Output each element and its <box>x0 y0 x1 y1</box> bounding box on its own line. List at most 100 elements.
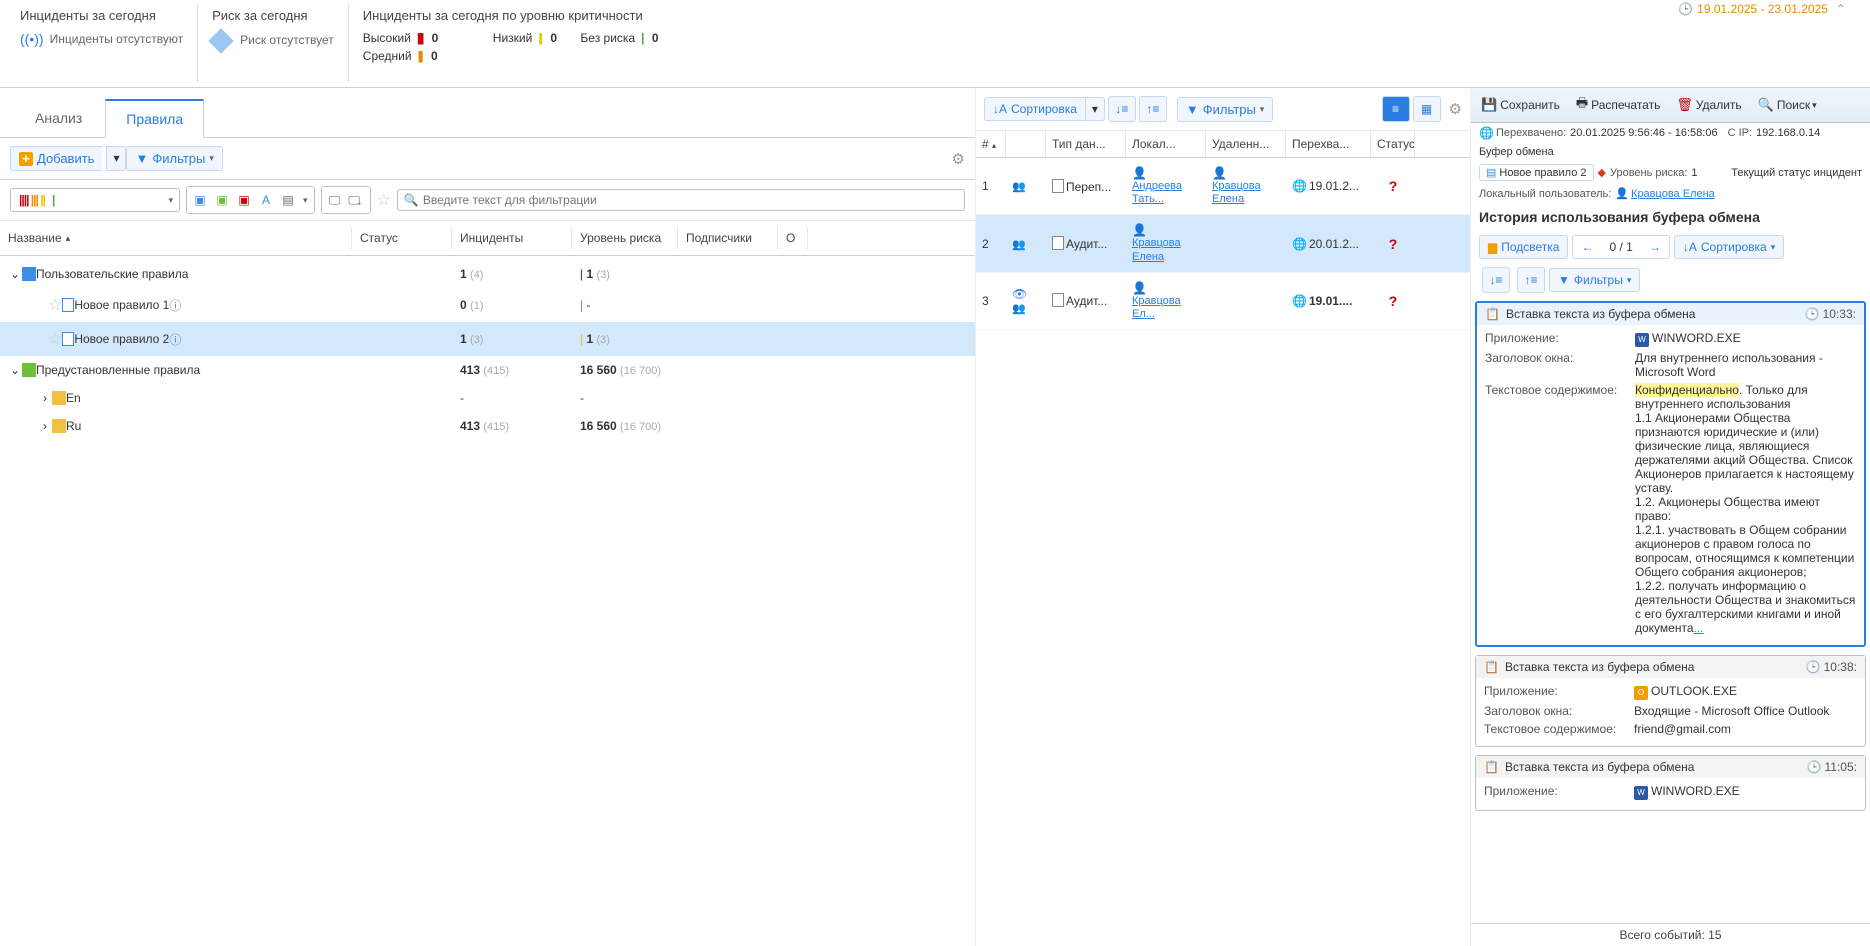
col-num[interactable]: # ▴ <box>976 131 1006 157</box>
filter-button[interactable]: ▼Фильтры▾ <box>126 146 222 171</box>
paste-icon: 📋 <box>1484 660 1499 674</box>
tree-preset-rules[interactable]: ⌄ Предустановленные правила 413 (415) 16… <box>0 356 975 384</box>
collapse-icon[interactable]: ⌄ <box>8 363 22 377</box>
chevron-up-icon[interactable]: ⌃ <box>1836 2 1846 16</box>
monitor-icon[interactable]: 🖵 <box>324 189 346 211</box>
globe-icon: 🌐 <box>1292 179 1307 193</box>
col-incidents[interactable]: Инциденты <box>452 227 572 249</box>
col-subscribers[interactable]: Подписчики <box>678 227 778 249</box>
filters-button[interactable]: ▼Фильтры ▾ <box>1549 268 1640 292</box>
save-icon: 💾 <box>1481 97 1497 113</box>
view-a-icon[interactable]: A <box>255 189 277 211</box>
tree-user-rules[interactable]: ⌄ Пользовательские правила 1 (4) | 1 (3) <box>0 260 975 288</box>
date-range[interactable]: 🕒 19.01.2025 - 23.01.2025 ⌃ <box>1678 2 1846 16</box>
footer-label: Всего событий: <box>1619 928 1704 942</box>
prev-button[interactable]: ← <box>1573 236 1601 258</box>
highlight-button[interactable]: ▆Подсветка <box>1479 235 1568 259</box>
badge-icon: 👥 <box>1012 303 1026 315</box>
list-view-button[interactable]: ≡ <box>1382 96 1410 122</box>
col-status[interactable]: Статус <box>352 227 452 249</box>
col-type[interactable]: Тип дан... <box>1046 131 1126 157</box>
event-row-2[interactable]: 2 👥 Аудит... 👤Кравцова Елена 🌐20.01.2...… <box>976 215 1470 272</box>
info-icon[interactable]: ⓘ <box>169 331 181 348</box>
clock-icon: 🕒 <box>1807 760 1822 774</box>
clipboard-card-3[interactable]: 📋 Вставка текста из буфера обмена 🕒11:05… <box>1475 755 1866 811</box>
caret-down-icon: ▾ <box>168 195 173 206</box>
gear-icon[interactable]: ⚙ <box>952 150 965 168</box>
tree-rule-1[interactable]: ☆ Новое правило 1ⓘ 0 (1) | - <box>0 288 975 322</box>
tree-rule-2[interactable]: ☆ Новое правило 2ⓘ 1 (3) | 1 (3) <box>0 322 975 356</box>
tab-rules[interactable]: Правила <box>105 99 204 138</box>
col-risk[interactable]: Уровень риска <box>572 227 678 249</box>
tab-analysis[interactable]: Анализ <box>14 99 103 136</box>
more-link[interactable]: ... <box>1694 621 1704 635</box>
sort-button[interactable]: ↓AСортировка <box>984 97 1085 121</box>
delete-button[interactable]: 🗑Удалить <box>1670 91 1747 119</box>
col-status[interactable]: Статус <box>1371 131 1415 157</box>
col-intercepted[interactable]: Перехва... <box>1286 131 1371 157</box>
col-name[interactable]: Название▴ <box>0 227 352 249</box>
sev-low-label: Низкий <box>493 31 533 45</box>
save-button[interactable]: 💾Сохранить <box>1475 91 1566 119</box>
star-icon[interactable]: ☆ <box>48 329 62 349</box>
print-button[interactable]: 🖶Распечатать <box>1570 91 1667 119</box>
window-value: Входящие - Microsoft Office Outlook <box>1634 704 1857 718</box>
star-icon[interactable]: ☆ <box>48 295 62 315</box>
view-icon-group-2: 🖵 🖵+ <box>321 186 371 214</box>
clipboard-card-2[interactable]: 📋 Вставка текста из буфера обмена 🕒10:38… <box>1475 655 1866 747</box>
risk-diamond-icon: ◆ <box>1598 166 1606 179</box>
add-dropdown[interactable]: ▾ <box>106 146 126 171</box>
sort-asc-button[interactable]: ↓≡ <box>1482 267 1510 293</box>
local-user-link[interactable]: Кравцова Елена <box>1631 188 1715 200</box>
gear-icon[interactable]: ⚙ <box>1449 100 1462 118</box>
event-row-1[interactable]: 1 👥 Переп... 👤Андреева Тать... 👤Кравцова… <box>976 158 1470 215</box>
search-icon: 🔍 <box>404 193 419 207</box>
sort-desc-button[interactable]: ↑≡ <box>1517 267 1545 293</box>
next-button[interactable]: → <box>1641 236 1669 258</box>
sort-desc-button[interactable]: ↑≡ <box>1139 96 1167 122</box>
clipboard-card-1[interactable]: 📋 Вставка текста из буфера обмена 🕒10:33… <box>1475 301 1866 647</box>
sort-asc-button[interactable]: ↓≡ <box>1108 96 1136 122</box>
star-icon[interactable]: ☆ <box>377 190 391 210</box>
user-link[interactable]: Кравцова Елена <box>1212 180 1280 206</box>
monitor-add-icon[interactable]: 🖵+ <box>346 189 368 211</box>
user-link[interactable]: Кравцова Ел... <box>1132 295 1200 321</box>
sort-button[interactable]: ↓AСортировка ▾ <box>1674 235 1784 259</box>
expand-icon[interactable]: › <box>38 419 52 433</box>
event-row-3[interactable]: 3 👁 👥 Аудит... 👤Кравцова Ел... 🌐19.01...… <box>976 273 1470 330</box>
view-green-icon[interactable]: ▣ <box>211 189 233 211</box>
sort-dropdown[interactable]: ▾ <box>1085 97 1105 121</box>
globe-icon: 🌐 <box>1479 126 1494 140</box>
view-doc-icon[interactable]: ▤ <box>277 189 299 211</box>
severity-filter[interactable]: |||| ||| || | ▾ <box>10 188 180 212</box>
rule-tag[interactable]: ▤Новое правило 2 <box>1479 164 1594 181</box>
user-link[interactable]: Кравцова Елена <box>1132 237 1200 263</box>
col-o[interactable]: О <box>778 227 808 249</box>
view-blue-icon[interactable]: ▣ <box>189 189 211 211</box>
tree-ru[interactable]: › Ru 413 (415) 16 560 (16 700) <box>0 412 975 440</box>
tree-en[interactable]: › En - - <box>0 384 975 412</box>
person-icon: 👤 <box>1132 166 1147 180</box>
search-button[interactable]: 🔍Поиск ▾ <box>1752 91 1823 119</box>
search-box[interactable]: 🔍 <box>397 189 965 211</box>
delete-icon: 🗑 <box>1676 97 1693 113</box>
add-button[interactable]: +Добавить <box>10 146 102 171</box>
info-icon[interactable]: ⓘ <box>169 297 181 314</box>
caret-down-icon[interactable]: ▾ <box>299 195 312 206</box>
user-link[interactable]: Андреева Тать... <box>1132 180 1200 206</box>
col-remote[interactable]: Удаленн... <box>1206 131 1286 157</box>
card-time: 10:38: <box>1824 660 1857 674</box>
view-red-icon[interactable]: ▣ <box>233 189 255 211</box>
folder-icon <box>22 267 36 281</box>
pager: ← 0 / 1 → <box>1572 235 1669 259</box>
ip-label: С IP: <box>1728 127 1752 139</box>
filters-button[interactable]: ▼Фильтры▾ <box>1177 97 1273 122</box>
expand-icon[interactable]: › <box>38 391 52 405</box>
col-icons[interactable] <box>1006 131 1046 157</box>
ip-value: 192.168.0.14 <box>1756 127 1820 139</box>
col-local[interactable]: Локал... <box>1126 131 1206 157</box>
collapse-icon[interactable]: ⌄ <box>8 267 22 281</box>
search-input[interactable] <box>423 193 958 207</box>
card-view-button[interactable]: ▦ <box>1413 96 1441 122</box>
status-question-icon: ? <box>1389 236 1398 252</box>
